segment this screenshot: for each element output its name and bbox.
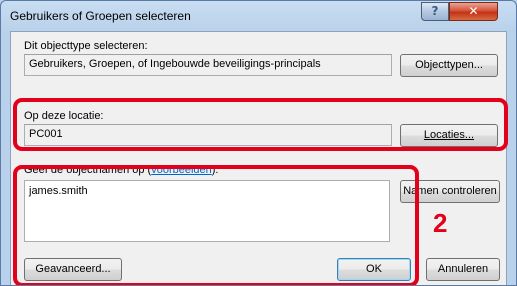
location-label: Op deze locatie: [24,110,104,122]
location-field: PC001 [24,124,392,146]
object-names-label: Geef de objectnamen op (voorbeelden): [24,164,219,176]
ok-button[interactable]: OK [337,258,411,281]
help-button[interactable]: ? [421,2,449,21]
window-title: Gebruikers of Groepen selecteren [10,9,191,23]
dialog-body: Dit objecttype selecteren: Gebruikers, G… [10,31,507,285]
object-type-field: Gebruikers, Groepen, of Ingebouwde bevei… [24,54,392,76]
check-names-button[interactable]: Namen controleren [400,180,500,203]
help-icon: ? [431,4,439,18]
object-names-label-suffix: ): [211,164,219,176]
step-number-badge: 2 [433,208,448,238]
examples-link[interactable]: voorbeelden [151,164,212,176]
title-bar: Gebruikers of Groepen selecteren ? ✕ [1,1,516,31]
dialog-window: Gebruikers of Groepen selecteren ? ✕ Dit… [0,0,517,286]
object-names-label-prefix: Geef de objectnamen op ( [24,164,152,176]
object-types-button[interactable]: Objecttypen... [400,54,498,77]
object-names-input[interactable]: james.smith [24,180,390,242]
locations-button[interactable]: Locaties... [400,124,498,147]
close-icon: ✕ [468,4,479,18]
close-button[interactable]: ✕ [449,2,498,21]
locations-button-label: Locaties... [423,129,475,141]
advanced-button[interactable]: Geavanceerd... [24,258,122,281]
cancel-button[interactable]: Annuleren [426,258,500,281]
object-type-label: Dit objecttype selecteren: [24,40,148,52]
